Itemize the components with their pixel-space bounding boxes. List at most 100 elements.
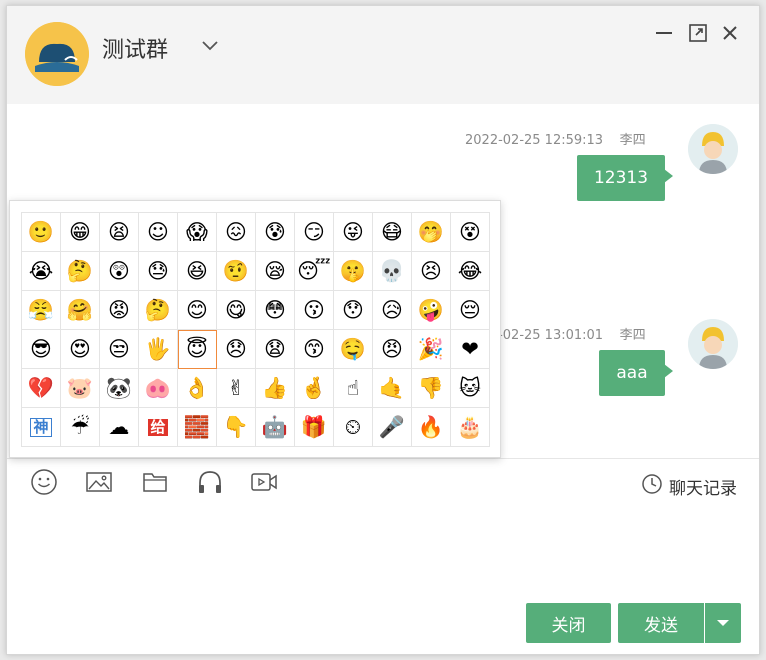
emoji-cell[interactable]: 😖	[217, 213, 256, 252]
image-icon[interactable]	[85, 468, 113, 496]
emoji-cell[interactable]: 🤙	[373, 369, 412, 408]
emoji-cell[interactable]: ☁	[100, 408, 139, 447]
emoji-cell[interactable]: 😓	[139, 252, 178, 291]
user-avatar[interactable]	[688, 124, 738, 174]
emoji-cell[interactable]: 🧱	[178, 408, 217, 447]
emoji-cell[interactable]: 🎤	[373, 408, 412, 447]
caret-down-icon	[717, 620, 729, 626]
emoji-cell[interactable]: 🤞	[295, 369, 334, 408]
emoji-cell[interactable]: 🔥	[412, 408, 451, 447]
emoji-cell[interactable]: 😴	[295, 252, 334, 291]
emoji-cell[interactable]: ✌	[217, 369, 256, 408]
emoji-cell[interactable]: 😷	[373, 213, 412, 252]
minimize-button[interactable]	[653, 22, 675, 44]
emoji-cell[interactable]: 🤪	[412, 291, 451, 330]
emoji-cell[interactable]: 😁	[61, 213, 100, 252]
emoji-cell[interactable]: 😒	[100, 330, 139, 369]
emoji-cell[interactable]: 🎉	[412, 330, 451, 369]
emoji-cell[interactable]: 🖐	[139, 330, 178, 369]
emoji-glyph: ☺	[147, 219, 169, 244]
emoji-cell[interactable]: 😫	[100, 213, 139, 252]
user-avatar[interactable]	[688, 319, 738, 369]
emoji-cell[interactable]: ☺	[139, 213, 178, 252]
emoji-cell[interactable]: 🎂	[451, 408, 490, 447]
emoji-cell[interactable]: 😜	[334, 213, 373, 252]
chat-history-button[interactable]: 聊天记录	[641, 473, 737, 499]
send-options-button[interactable]	[705, 603, 741, 643]
close-button[interactable]: 关闭	[526, 603, 611, 643]
emoji-cell[interactable]: 👇	[217, 408, 256, 447]
emoji-cell[interactable]: 💀	[373, 252, 412, 291]
emoji-cell[interactable]: 😂	[451, 252, 490, 291]
emoji-glyph: 😒	[108, 336, 130, 361]
emoji-cell[interactable]: 👍	[256, 369, 295, 408]
emoji-cell[interactable]: 🐷	[61, 369, 100, 408]
emoji-cell[interactable]: 😇	[178, 330, 217, 369]
emoji-cell[interactable]: 🤔	[61, 252, 100, 291]
emoji-cell[interactable]: 😊	[178, 291, 217, 330]
emoji-icon[interactable]	[30, 468, 58, 496]
emoji-cell[interactable]: 😗	[295, 291, 334, 330]
emoji-cell[interactable]: 😵	[451, 213, 490, 252]
emoji-cell[interactable]: 😞	[217, 330, 256, 369]
emoji-cell[interactable]: 😧	[256, 330, 295, 369]
folder-icon[interactable]	[141, 468, 169, 496]
emoji-cell[interactable]: 神	[22, 408, 61, 447]
emoji-cell[interactable]: 😔	[451, 291, 490, 330]
emoji-cell[interactable]: 🤤	[334, 330, 373, 369]
maximize-button[interactable]	[687, 22, 709, 44]
emoji-glyph: 🖐	[144, 336, 172, 361]
message-bubble[interactable]: aaa	[599, 350, 673, 396]
emoji-cell[interactable]: 给	[139, 408, 178, 447]
emoji-glyph: 👇	[222, 414, 250, 439]
emoji-cell[interactable]: 😲	[100, 252, 139, 291]
emoji-cell[interactable]: 😋	[217, 291, 256, 330]
emoji-cell[interactable]: 🐼	[100, 369, 139, 408]
emoji-cell[interactable]: 😭	[22, 252, 61, 291]
emoji-cell[interactable]: 🤗	[61, 291, 100, 330]
emoji-glyph: 😰	[264, 219, 286, 244]
emoji-cell[interactable]: ❤	[451, 330, 490, 369]
send-button[interactable]: 发送	[618, 603, 704, 643]
headphones-icon[interactable]	[196, 468, 224, 496]
emoji-cell[interactable]: 🎁	[295, 408, 334, 447]
emoji-cell[interactable]: 😯	[334, 291, 373, 330]
emoji-cell[interactable]: 😪	[256, 252, 295, 291]
group-avatar[interactable]	[25, 22, 89, 86]
message-input[interactable]	[19, 506, 747, 594]
emoji-cell[interactable]: 😰	[256, 213, 295, 252]
emoji-cell[interactable]: 😠	[373, 330, 412, 369]
emoji-cell[interactable]: 🤔	[139, 291, 178, 330]
emoji-cell[interactable]: 🐽	[139, 369, 178, 408]
emoji-cell[interactable]: ☝	[334, 369, 373, 408]
emoji-cell[interactable]: 💔	[22, 369, 61, 408]
emoji-cell[interactable]: 😣	[412, 252, 451, 291]
emoji-cell[interactable]: 🙂	[22, 213, 61, 252]
emoji-cell[interactable]: 😳	[256, 291, 295, 330]
emoji-cell[interactable]: 😏	[295, 213, 334, 252]
emoji-cell[interactable]: 👌	[178, 369, 217, 408]
message-bubble[interactable]: 12313	[577, 155, 673, 201]
emoji-cell[interactable]: 😥	[373, 291, 412, 330]
emoji-cell[interactable]: 😆	[178, 252, 217, 291]
emoji-cell[interactable]: 🤖	[256, 408, 295, 447]
emoji-cell[interactable]: 🤫	[334, 252, 373, 291]
emoji-cell[interactable]: 😡	[100, 291, 139, 330]
emoji-cell[interactable]: ⏲	[334, 408, 373, 447]
emoji-cell[interactable]: 😍	[61, 330, 100, 369]
emoji-glyph: 👍	[261, 375, 289, 400]
emoji-cell[interactable]: 😤	[22, 291, 61, 330]
emoji-cell[interactable]: 😱	[178, 213, 217, 252]
emoji-cell[interactable]: 🐱	[451, 369, 490, 408]
emoji-glyph: 💀	[378, 258, 406, 283]
emoji-cell[interactable]: 👎	[412, 369, 451, 408]
emoji-cell[interactable]: 😎	[22, 330, 61, 369]
emoji-cell[interactable]: 😙	[295, 330, 334, 369]
video-icon[interactable]	[250, 468, 278, 496]
emoji-cell[interactable]: 🤭	[412, 213, 451, 252]
emoji-cell[interactable]: ☔	[61, 408, 100, 447]
close-icon[interactable]	[719, 22, 741, 44]
message-sender: 李四	[619, 133, 646, 148]
emoji-cell[interactable]: 🤨	[217, 252, 256, 291]
chevron-down-icon[interactable]	[199, 34, 221, 56]
